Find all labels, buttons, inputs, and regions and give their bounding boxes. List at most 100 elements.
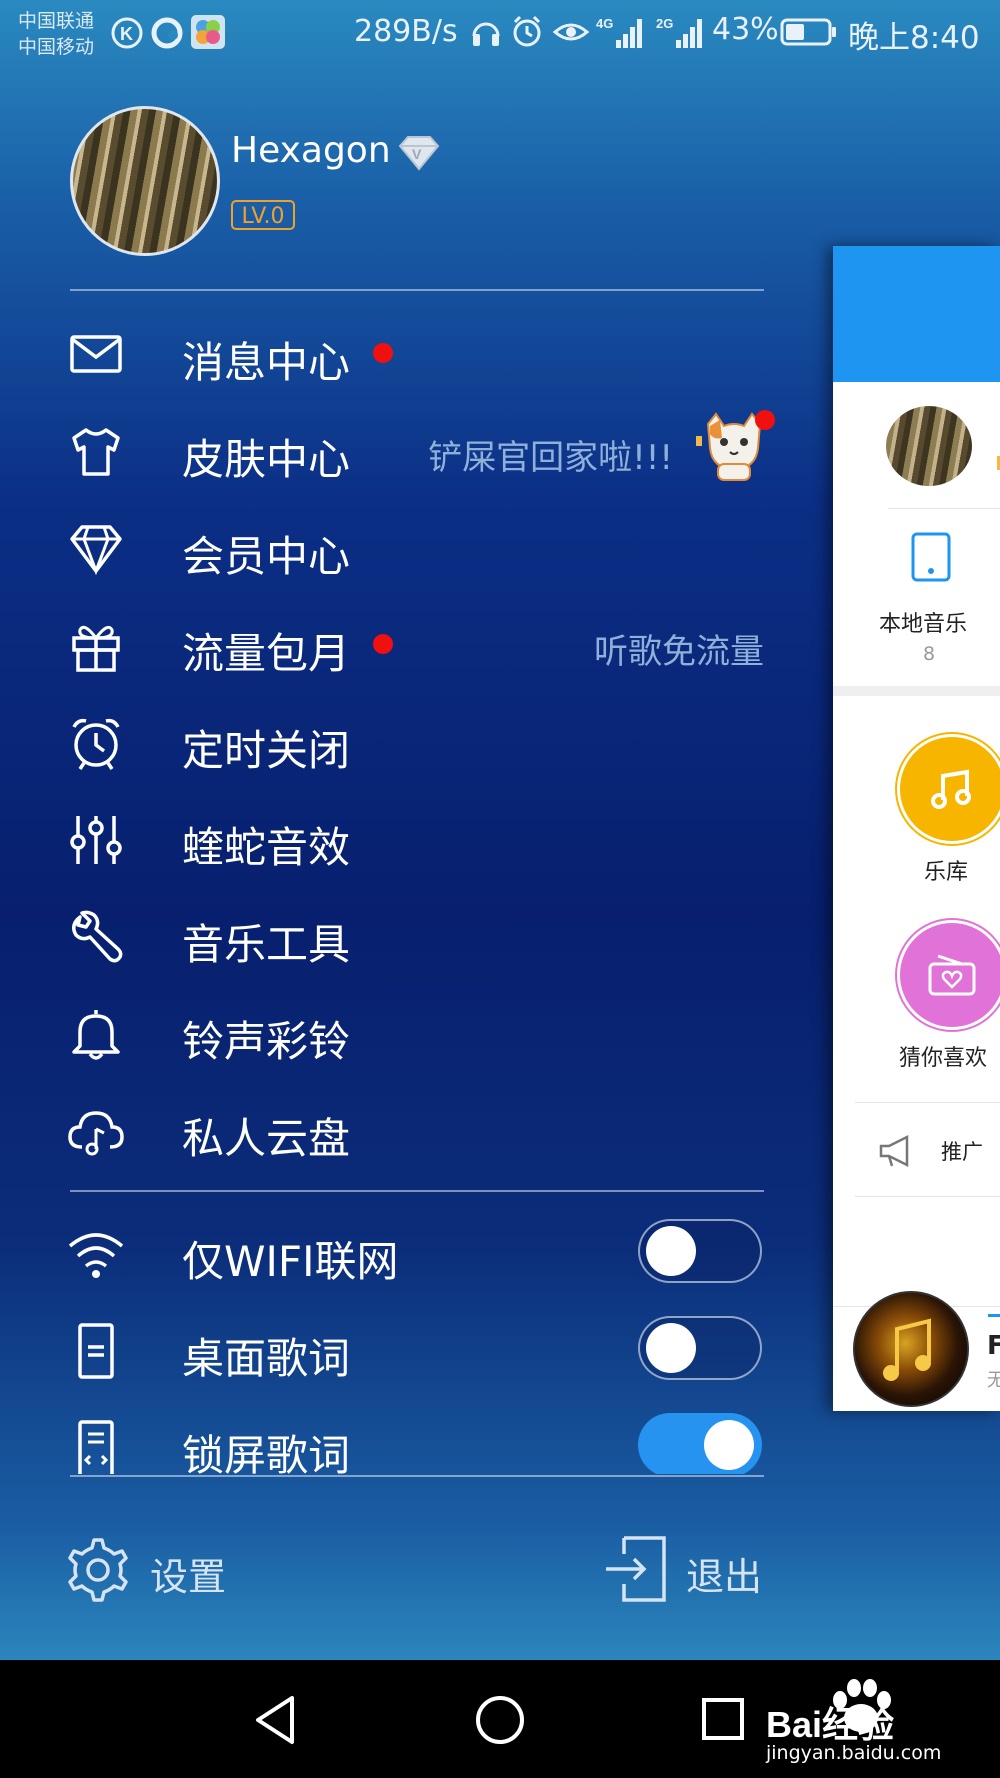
settings-button[interactable]: 设置 [62, 1534, 242, 1604]
desktop-lyrics-label: 桌面歌词 [182, 1334, 351, 1383]
main-avatar[interactable] [886, 406, 972, 486]
menu-label-cloud-drive: 私人云盘 [182, 1114, 351, 1163]
player-title-fragment[interactable]: F [987, 1331, 1000, 1361]
headset-icon [472, 22, 500, 46]
main-screen-peek[interactable]: 本地音乐 8 乐库 猜你喜欢 推广 F 无 [833, 246, 1000, 1411]
local-music-label[interactable]: 本地音乐 [879, 606, 967, 638]
menu-item-sound-effects[interactable]: 蝰蛇音效 [60, 794, 770, 884]
home-icon[interactable] [474, 1694, 526, 1746]
phone-icon [911, 532, 951, 582]
user-avatar[interactable] [70, 106, 220, 256]
wifi-icon [68, 1233, 124, 1278]
signal-2g-icon: 2G [656, 16, 702, 48]
menu-label-ringtones: 铃声彩铃 [182, 1017, 351, 1066]
menu-label-sleep-timer: 定时关闭 [182, 726, 351, 775]
library-label[interactable]: 乐库 [924, 854, 968, 886]
data-plan-dot [373, 634, 393, 654]
main-header-bar [833, 246, 1000, 382]
svg-text:V: V [412, 146, 422, 162]
mail-icon [70, 335, 122, 373]
settings-divider [70, 1190, 764, 1192]
music-note-icon [931, 769, 971, 809]
username[interactable]: Hexagon [231, 130, 391, 171]
bottom-divider [70, 1475, 764, 1477]
watermark-url: jingyan.baidu.com [766, 1742, 942, 1764]
battery-percent: 43% [712, 12, 779, 47]
lock-lyrics-icon [78, 1420, 114, 1474]
menu-label-sound-effects: 蝰蛇音效 [182, 823, 351, 872]
setting-desktop-lyrics: 桌面歌词 [60, 1305, 770, 1395]
toggle-knob [704, 1420, 754, 1470]
alarm-status-icon [513, 15, 541, 47]
kugou-k-icon: K [111, 17, 143, 49]
menu-item-messages[interactable]: 消息中心 [60, 309, 770, 399]
logout-label: 退出 [686, 1555, 763, 1599]
vip-diamond-icon[interactable]: V [396, 134, 442, 172]
net-4g-text: 4G [596, 16, 613, 31]
menu-item-ringtones[interactable]: 铃声彩铃 [60, 988, 770, 1078]
golden-music-note-icon [883, 1318, 931, 1381]
diamond-icon [70, 525, 122, 576]
document-icon [78, 1323, 114, 1379]
app-notification-icon [151, 17, 183, 49]
eye-comfort-icon [552, 23, 590, 41]
menu-item-cloud-drive[interactable]: 私人云盘 [60, 1085, 770, 1175]
net-speed: 289B/s [354, 14, 458, 49]
battery-icon [780, 18, 836, 46]
player-subtitle-fragment: 无 [987, 1370, 1000, 1391]
local-music-count: 8 [923, 643, 936, 665]
menu-label-data-plan: 流量包月 [182, 629, 351, 678]
svg-text:K: K [120, 24, 133, 44]
menu-label-messages: 消息中心 [182, 338, 351, 387]
level-badge: LV.0 [231, 200, 295, 230]
gear-icon [68, 1538, 128, 1602]
data-plan-hint: 听歌免流量 [594, 632, 764, 672]
wifi-only-label: 仅WIFI联网 [182, 1237, 399, 1286]
shirt-icon [72, 428, 120, 476]
radio-heart-icon [928, 954, 976, 996]
carrier-2: 中国移动 [18, 36, 95, 58]
logout-button[interactable]: 退出 [600, 1534, 770, 1604]
logout-icon [606, 1536, 666, 1602]
clock: 晚上8:40 [848, 20, 980, 56]
guess-you-like-label[interactable]: 猜你喜欢 [899, 1040, 987, 1072]
cloud-music-icon [68, 1111, 124, 1156]
carrier-1: 中国联通 [18, 10, 95, 32]
skin-new-dot [755, 410, 775, 430]
menu-label-skins: 皮肤中心 [182, 435, 351, 484]
status-bar: 中国联通 中国移动 K 289B/s 4G 2G 43% 晚上8:40 [0, 0, 1000, 70]
gift-icon [72, 625, 120, 672]
desktop-lyrics-toggle[interactable] [638, 1316, 762, 1380]
toggle-knob [646, 1323, 696, 1373]
setting-lock-lyrics: 锁屏歌词 [60, 1402, 770, 1474]
alarm-clock-icon [72, 718, 120, 770]
wrench-icon [72, 910, 123, 963]
carrier-info: 中国联通 中国移动 [18, 8, 94, 60]
menu-item-vip[interactable]: 会员中心 [60, 503, 770, 593]
unread-dot [373, 343, 393, 363]
menu-item-music-tools[interactable]: 音乐工具 [60, 891, 770, 981]
watermark-brand: Bai经验 [766, 1704, 895, 1745]
guess-you-like-button[interactable] [897, 920, 1000, 1030]
equalizer-icon [70, 816, 122, 864]
menu-label-vip: 会员中心 [182, 532, 351, 581]
menu-label-music-tools: 音乐工具 [182, 920, 351, 969]
back-icon[interactable] [252, 1694, 300, 1746]
now-playing-album-art[interactable] [853, 1291, 969, 1407]
lock-lyrics-toggle[interactable] [638, 1413, 762, 1474]
settings-label: 设置 [150, 1555, 227, 1599]
menu-item-sleep-timer[interactable]: 定时关闭 [60, 697, 770, 787]
setting-wifi-only: 仅WIFI联网 [60, 1208, 770, 1298]
menu-item-skins[interactable]: 皮肤中心 铲屎官回家啦!!! [60, 406, 775, 496]
menu-item-data-plan[interactable]: 流量包月 听歌免流量 [60, 600, 770, 690]
skin-promo-hint[interactable]: 铲屎官回家啦!!! [428, 430, 673, 479]
wifi-only-toggle[interactable] [638, 1219, 762, 1283]
signal-4g-icon: 4G [596, 16, 642, 48]
promo-label[interactable]: 推广 [941, 1136, 983, 1166]
profile-divider [70, 289, 764, 291]
lock-lyrics-label: 锁屏歌词 [182, 1431, 351, 1474]
library-button[interactable] [897, 734, 1000, 844]
flower-app-icon [191, 15, 225, 49]
side-drawer-screen: 中国联通 中国移动 K 289B/s 4G 2G 43% 晚上8:40 本地音乐… [0, 0, 1000, 1660]
recents-icon[interactable] [700, 1696, 746, 1742]
